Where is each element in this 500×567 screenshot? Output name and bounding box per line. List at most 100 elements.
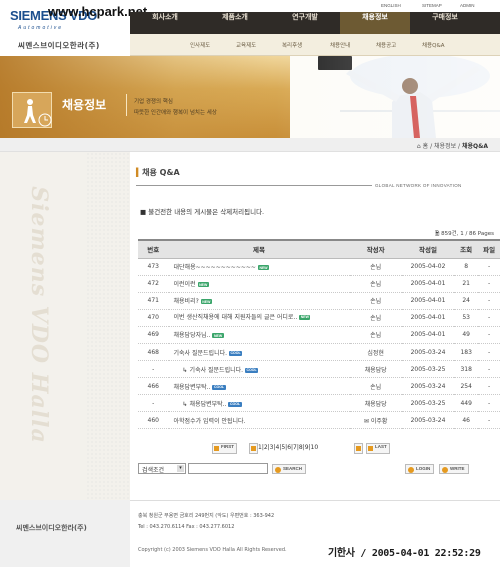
table-row[interactable]: - ↳ 기숙사 질문드립니다. COOL 채용담당 2005-03-25 318- — [138, 360, 500, 379]
row-views: 318 — [454, 360, 479, 379]
footer-copyright: Copyright (c) 2003 Siemens VDO Halla All… — [138, 547, 287, 553]
row-file: - — [478, 360, 500, 379]
row-author: 손님 — [349, 292, 402, 310]
table-row[interactable]: 472 이런이런 NEW 손님 2005-04-01 21- — [138, 275, 500, 293]
row-date: 2005-04-01 — [401, 326, 455, 344]
footer-company-name: 씨멘스브이디오한라(주) — [16, 524, 87, 532]
row-subject[interactable]: 채용담당자님.. NEW — [168, 326, 350, 344]
row-number: 470 — [138, 309, 169, 327]
search-condition-select[interactable]: 검색조건 ▾ — [138, 463, 186, 474]
submenu-hr-system[interactable]: 인사제도 — [190, 41, 210, 49]
cool-badge: COOL — [245, 367, 259, 373]
menu-rnd[interactable]: 연구개발 — [270, 12, 340, 34]
menu-company[interactable]: 회사소개 — [130, 12, 200, 34]
search-button[interactable]: SEARCH — [272, 464, 307, 474]
logo-subtitle: Automotive — [18, 25, 64, 31]
row-subject[interactable]: 아학점수가 입력이 안됩니다. — [168, 411, 350, 430]
last-page-button[interactable]: LAST — [366, 443, 390, 454]
row-number: - — [138, 360, 169, 379]
table-row[interactable]: 473 대단해용~~~~~~~~~~~~ NEW 손님 2005-04-02 8- — [138, 258, 500, 276]
row-number: 469 — [138, 326, 169, 344]
submenu-postings[interactable]: 채용공고 — [376, 41, 396, 49]
col-author: 작성자 — [349, 239, 402, 259]
breadcrumb: ⌂ 홈 / 채용정보 / 채용Q&A — [0, 138, 500, 152]
row-date: 2005-04-02 — [401, 258, 455, 276]
table-row[interactable]: 471 채용비리? NEW 손님 2005-04-01 24- — [138, 292, 500, 310]
banner-title: 채용정보 — [62, 98, 107, 112]
row-views: 254 — [454, 377, 479, 396]
menu-recruit[interactable]: 채용정보 — [340, 12, 410, 34]
footer-phone: Tel : 043.270.6114 Fax : 043.277.6012 — [138, 524, 235, 530]
row-subject[interactable]: ↳ 기숙사 질문드립니다. COOL — [168, 360, 350, 379]
row-subject[interactable]: 이번 생산직채용에 대해 지원자들의 글은 어디로.. NEW — [168, 309, 350, 327]
new-badge: NEW — [197, 282, 209, 288]
page-numbers[interactable]: 1|2|3|4|5|6|7|8|9|10 — [258, 444, 318, 451]
new-badge: NEW — [212, 333, 224, 339]
row-author: 손님 — [349, 326, 402, 344]
row-views: 53 — [454, 309, 479, 327]
table-row[interactable]: - ↳ 채용답변부탁.. COOL 채용담당 2005-03-25 449- — [138, 394, 500, 413]
row-author: 손님 — [349, 258, 402, 276]
row-subject[interactable]: 기숙사 질문드립니다. COOL — [168, 343, 350, 362]
search-icon — [275, 466, 281, 473]
prev-page-button[interactable] — [249, 443, 258, 454]
table-row[interactable]: 466 채용답변부탁.. COOL 손님 2005-03-24 254- — [138, 377, 500, 396]
write-button[interactable]: WRITE — [439, 464, 469, 474]
mail-icon[interactable]: ✉ — [364, 418, 371, 425]
banner: 채용정보 기업 경쟁의 핵심 따뜻한 인간애와 행복이 넘치는 세상 — [0, 56, 500, 138]
row-number: 466 — [138, 377, 169, 396]
banner-divider — [126, 94, 127, 116]
row-author: 채용담당 — [349, 360, 402, 379]
first-page-button[interactable]: FIRST — [212, 443, 237, 454]
banner-slogan-2: 따뜻한 인간애와 행복이 넘치는 세상 — [134, 110, 217, 116]
submenu-welfare[interactable]: 복리후생 — [282, 41, 302, 49]
search-input[interactable] — [188, 463, 268, 474]
row-subject[interactable]: 채용비리? NEW — [168, 292, 350, 310]
next-page-button[interactable] — [354, 443, 363, 454]
company-name: 씨멘스브이디오한라(주) — [18, 41, 100, 50]
timestamp-overlay: 기한사 / 2005-04-01 22:52:29 — [328, 548, 481, 559]
row-author: ✉ 이주황 — [349, 411, 402, 430]
board-table: 번호 제목 작성자 작성일 조회 파일 473 대단해용~~~~~~~~~~~~ N… — [138, 239, 500, 430]
utility-links: ENGLISH SITEMAP ADMIN — [372, 1, 500, 11]
row-author: 심정현 — [349, 343, 402, 362]
table-row[interactable]: 469 채용담당자님.. NEW 손님 2005-04-01 49- — [138, 326, 500, 344]
breadcrumb-home[interactable]: 홈 — [423, 143, 429, 150]
side-word: Siemens VDO Halla — [25, 186, 52, 444]
util-link-english[interactable]: ENGLISH — [381, 3, 401, 8]
dot-pattern — [86, 152, 130, 500]
row-date: 2005-03-25 — [401, 394, 455, 413]
submenu-guide[interactable]: 채용안내 — [330, 41, 350, 49]
row-date: 2005-03-24 — [401, 411, 455, 430]
row-subject[interactable]: ↳ 채용답변부탁.. COOL — [168, 394, 350, 413]
recruit-icon — [12, 92, 52, 128]
table-row[interactable]: 470 이번 생산직채용에 대해 지원자들의 글은 어디로.. NEW 손님 2005-… — [138, 309, 500, 327]
menu-purchase[interactable]: 구매정보 — [410, 12, 480, 34]
first-arrow-icon — [214, 446, 219, 451]
cool-badge: COOL — [229, 350, 243, 356]
util-link-admin[interactable]: ADMIN — [460, 3, 475, 8]
table-row[interactable]: 460 아학점수가 입력이 안됩니다. ✉ 이주황 2005-03-24 46- — [138, 411, 500, 430]
login-button[interactable]: LOGIN — [405, 464, 435, 474]
util-link-sitemap[interactable]: SITEMAP — [422, 3, 442, 8]
col-no: 번호 — [138, 239, 169, 259]
last-arrow-icon — [368, 446, 373, 451]
home-icon[interactable]: ⌂ — [417, 143, 421, 150]
cool-badge: COOL — [228, 401, 242, 407]
row-subject[interactable]: 대단해용~~~~~~~~~~~~ NEW — [168, 258, 350, 276]
breadcrumb-section[interactable]: 채용정보 — [434, 143, 456, 150]
row-number: 471 — [138, 292, 169, 310]
title-rule — [136, 185, 372, 186]
row-author: 채용담당 — [349, 394, 402, 413]
row-subject[interactable]: 채용답변부탁.. COOL — [168, 377, 350, 396]
row-file: - — [478, 326, 500, 344]
bullet-icon: ■ — [140, 208, 149, 216]
col-file: 파일 — [478, 239, 500, 259]
submenu-training[interactable]: 교육제도 — [236, 41, 256, 49]
submenu-qna[interactable]: 채용Q&A — [422, 41, 445, 49]
row-number: 473 — [138, 258, 169, 276]
menu-products[interactable]: 제품소개 — [200, 12, 270, 34]
table-row[interactable]: 468 기숙사 질문드립니다. COOL 심정현 2005-03-24 183- — [138, 343, 500, 362]
row-date: 2005-04-01 — [401, 275, 455, 293]
row-subject[interactable]: 이런이런 NEW — [168, 275, 350, 293]
